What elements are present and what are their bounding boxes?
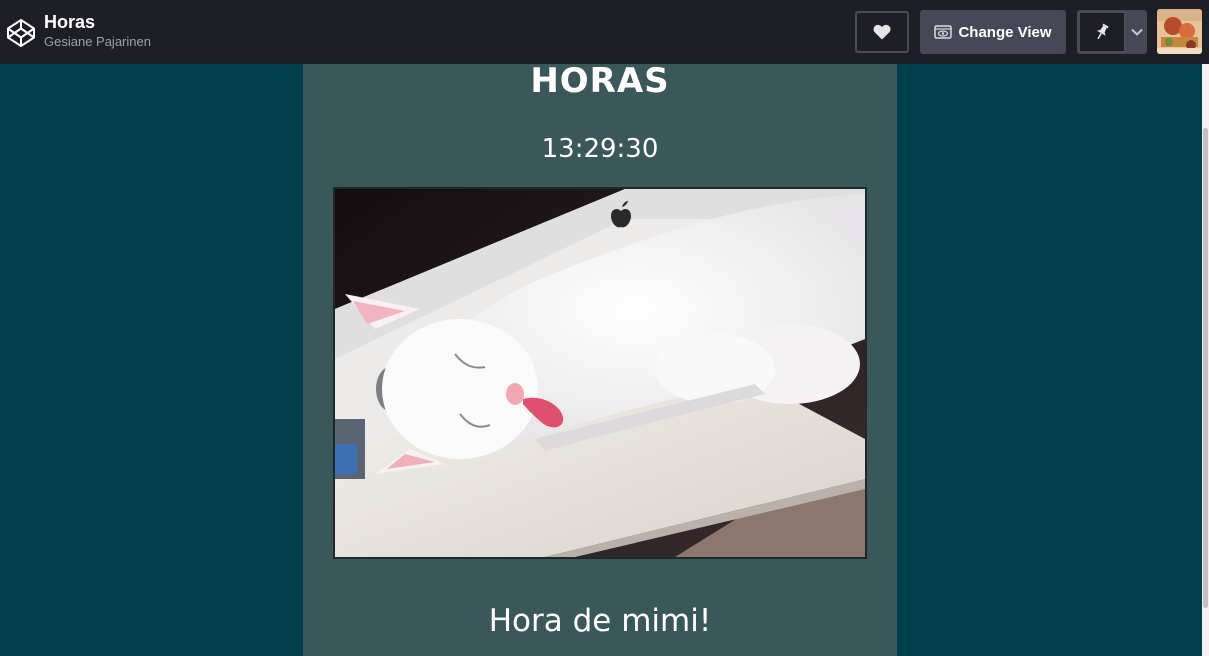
clock-time: 13:29:30 bbox=[541, 134, 659, 164]
heart-icon bbox=[873, 24, 891, 40]
codepen-logo-icon[interactable] bbox=[6, 18, 36, 48]
eye-icon bbox=[934, 25, 953, 39]
pin-icon bbox=[1096, 23, 1109, 40]
avatar-image bbox=[1157, 9, 1202, 54]
content-card: HORAS 13:29:30 Hora de mimi! bbox=[303, 64, 897, 656]
pin-button-group bbox=[1077, 10, 1147, 54]
scrollbar-thumb[interactable] bbox=[1203, 128, 1208, 608]
user-avatar[interactable] bbox=[1157, 9, 1202, 54]
caption-text: Hora de mimi! bbox=[488, 603, 712, 639]
cat-photo bbox=[335, 189, 865, 557]
pen-author[interactable]: Gesiane Pajarinen bbox=[44, 34, 151, 50]
pin-button[interactable] bbox=[1078, 11, 1126, 53]
page-scrollbar[interactable] bbox=[1202, 64, 1209, 656]
sleeping-cat-image bbox=[333, 187, 867, 559]
page-heading: HORAS bbox=[530, 61, 670, 101]
change-view-label: Change View bbox=[958, 23, 1052, 41]
like-button[interactable] bbox=[855, 11, 909, 53]
pen-title-block: Horas Gesiane Pajarinen bbox=[44, 11, 151, 50]
chevron-down-icon bbox=[1131, 28, 1143, 36]
pen-title: Horas bbox=[44, 12, 96, 32]
top-bar: Horas Gesiane Pajarinen Change View bbox=[0, 0, 1209, 64]
change-view-button[interactable]: Change View bbox=[920, 10, 1066, 54]
pin-dropdown-button[interactable] bbox=[1127, 10, 1147, 54]
